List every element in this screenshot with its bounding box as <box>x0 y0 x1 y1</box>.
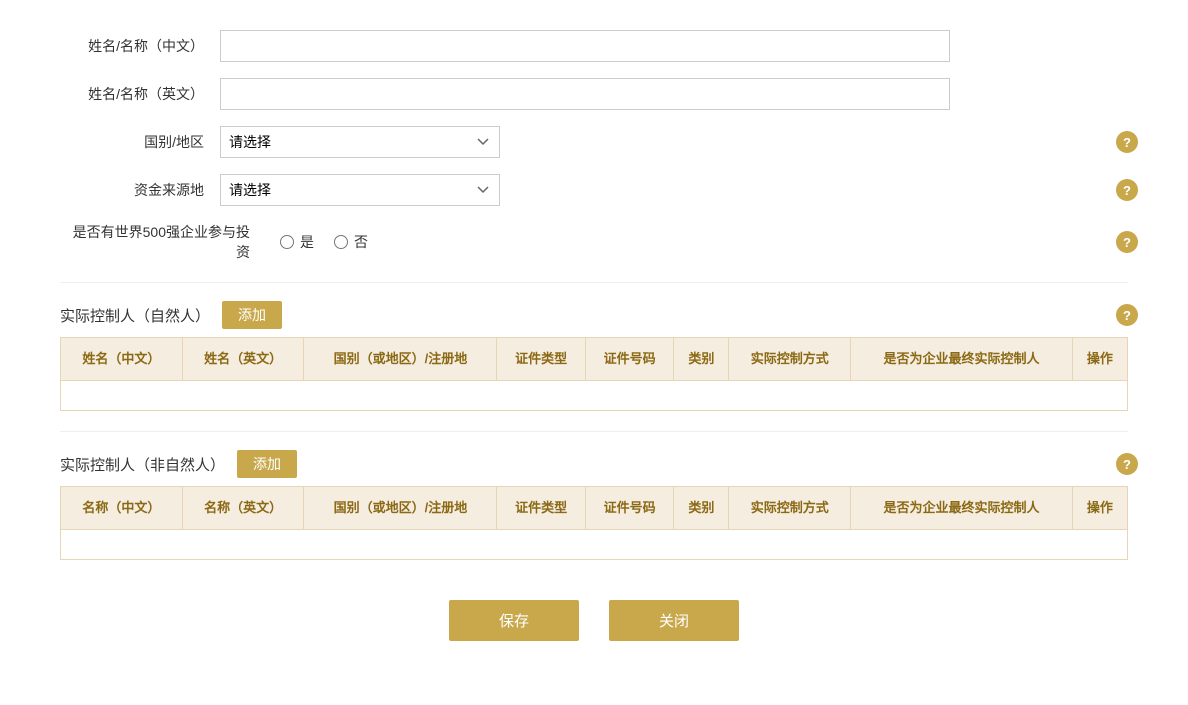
natural-person-table-header-row: 姓名（中文） 姓名（英文） 国别（或地区）/注册地 证件类型 证件号码 类别 实… <box>61 338 1128 381</box>
name-cn-label: 姓名/名称（中文） <box>60 36 220 56</box>
name-en-row: 姓名/名称（英文） <box>60 78 1128 110</box>
radio-no-item[interactable]: 否 <box>334 232 368 252</box>
natural-person-empty-row <box>61 381 1128 411</box>
col-org-is-final-controller: 是否为企业最终实际控制人 <box>851 487 1073 530</box>
radio-no-label: 否 <box>354 232 368 252</box>
col-category: 类别 <box>674 338 729 381</box>
country-row: 国别/地区 请选择 ? <box>60 126 1128 158</box>
form-section: 姓名/名称（中文） 姓名/名称（英文） 国别/地区 请选择 ? 资金来源地 请选… <box>60 30 1128 262</box>
fund-source-help-icon[interactable]: ? <box>1116 179 1138 201</box>
col-operation: 操作 <box>1072 338 1127 381</box>
col-org-name-cn: 名称（中文） <box>61 487 183 530</box>
col-org-country: 国别（或地区）/注册地 <box>304 487 497 530</box>
col-is-final-controller: 是否为企业最终实际控制人 <box>851 338 1073 381</box>
bottom-actions: 保存 关闭 <box>60 600 1128 641</box>
non-natural-person-header: 实际控制人（非自然人） 添加 ? <box>60 442 1128 486</box>
name-en-label: 姓名/名称（英文） <box>60 84 220 104</box>
natural-person-add-btn[interactable]: 添加 <box>222 301 282 329</box>
col-cert-no: 证件号码 <box>585 338 673 381</box>
fortune500-label: 是否有世界500强企业参与投资 <box>60 222 280 262</box>
col-org-cert-no: 证件号码 <box>585 487 673 530</box>
col-org-name-en: 名称（英文） <box>182 487 304 530</box>
country-label: 国别/地区 <box>60 132 220 152</box>
non-natural-person-table: 名称（中文） 名称（英文） 国别（或地区）/注册地 证件类型 证件号码 类别 实… <box>60 486 1128 560</box>
col-control-method: 实际控制方式 <box>729 338 851 381</box>
name-cn-input[interactable] <box>220 30 950 62</box>
col-org-operation: 操作 <box>1072 487 1127 530</box>
col-org-cert-type: 证件类型 <box>497 487 585 530</box>
non-natural-person-help-icon[interactable]: ? <box>1116 453 1138 475</box>
fund-source-label: 资金来源地 <box>60 180 220 200</box>
non-natural-person-empty-row <box>61 530 1128 560</box>
non-natural-person-table-header-row: 名称（中文） 名称（英文） 国别（或地区）/注册地 证件类型 证件号码 类别 实… <box>61 487 1128 530</box>
col-cert-type: 证件类型 <box>497 338 585 381</box>
close-button[interactable]: 关闭 <box>609 600 739 641</box>
divider-2 <box>60 431 1128 432</box>
country-help-icon[interactable]: ? <box>1116 131 1138 153</box>
divider-1 <box>60 282 1128 283</box>
radio-yes-input[interactable] <box>280 235 294 249</box>
natural-person-help-icon[interactable]: ? <box>1116 304 1138 326</box>
fortune500-row: 是否有世界500强企业参与投资 是 否 ? <box>60 222 1128 262</box>
radio-yes-label: 是 <box>300 232 314 252</box>
natural-person-title: 实际控制人（自然人） <box>60 305 210 326</box>
save-button[interactable]: 保存 <box>449 600 579 641</box>
fund-source-select[interactable]: 请选择 <box>220 174 500 206</box>
col-name-cn: 姓名（中文） <box>61 338 183 381</box>
natural-person-section: 实际控制人（自然人） 添加 ? 姓名（中文） 姓名（英文） 国别（或地区）/注册… <box>60 293 1128 411</box>
radio-yes-item[interactable]: 是 <box>280 232 314 252</box>
non-natural-person-section: 实际控制人（非自然人） 添加 ? 名称（中文） 名称（英文） 国别（或地区）/注… <box>60 442 1128 560</box>
col-name-en: 姓名（英文） <box>182 338 304 381</box>
fund-source-row: 资金来源地 请选择 ? <box>60 174 1128 206</box>
non-natural-person-title: 实际控制人（非自然人） <box>60 454 225 475</box>
natural-person-table: 姓名（中文） 姓名（英文） 国别（或地区）/注册地 证件类型 证件号码 类别 实… <box>60 337 1128 411</box>
radio-no-input[interactable] <box>334 235 348 249</box>
country-select[interactable]: 请选择 <box>220 126 500 158</box>
name-cn-row: 姓名/名称（中文） <box>60 30 1128 62</box>
col-org-control-method: 实际控制方式 <box>729 487 851 530</box>
page-container: 姓名/名称（中文） 姓名/名称（英文） 国别/地区 请选择 ? 资金来源地 请选… <box>0 0 1188 705</box>
non-natural-person-add-btn[interactable]: 添加 <box>237 450 297 478</box>
fortune500-radio-group: 是 否 <box>280 232 368 252</box>
col-country: 国别（或地区）/注册地 <box>304 338 497 381</box>
natural-person-header: 实际控制人（自然人） 添加 ? <box>60 293 1128 337</box>
name-en-input[interactable] <box>220 78 950 110</box>
col-org-category: 类别 <box>674 487 729 530</box>
fortune500-help-icon[interactable]: ? <box>1116 231 1138 253</box>
